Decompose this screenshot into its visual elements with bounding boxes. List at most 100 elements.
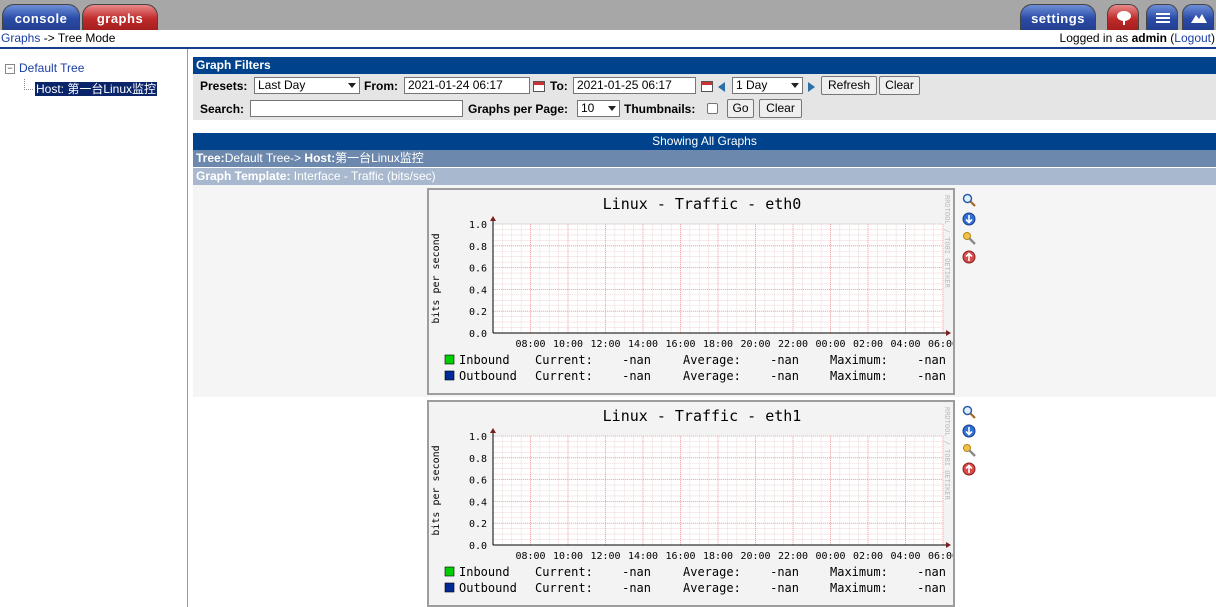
legend-maximum-label: Maximum:	[830, 369, 888, 383]
export-csv-icon[interactable]	[962, 212, 976, 226]
legend-maximum-value: -nan	[917, 581, 946, 595]
graph-details-icon[interactable]	[962, 250, 976, 264]
graph-properties-icon[interactable]	[962, 231, 976, 245]
logged-in-label: Logged in as	[1059, 31, 1132, 45]
legend-current-value: -nan	[622, 581, 651, 595]
graph-filters-header: Graph Filters	[193, 57, 1216, 74]
graph-template-value: Interface - Traffic (bits/sec)	[290, 169, 436, 183]
legend-average-label: Average:	[683, 581, 741, 595]
preview-view-tab[interactable]	[1182, 4, 1214, 30]
y-tick-label: 1.0	[469, 220, 487, 231]
x-tick-label: 00:00	[815, 339, 845, 350]
y-tick-label: 0.4	[469, 497, 487, 508]
graph-eth1-canvas: Linux - Traffic - eth1 bits per second RRD…	[431, 407, 953, 595]
legend-series-name: Inbound	[459, 565, 510, 579]
x-tick-label: 18:00	[703, 551, 733, 562]
presets-value: Last Day	[258, 78, 306, 92]
x-axis-arrow	[946, 330, 951, 336]
to-date-input[interactable]: 2021-01-25 06:17	[573, 77, 696, 94]
tab-graphs[interactable]: graphs	[82, 4, 158, 30]
legend-swatch-outbound	[444, 370, 455, 381]
x-tick-label: 06:00	[928, 339, 953, 350]
x-tick-label: 14:00	[628, 551, 658, 562]
legend-maximum-label: Maximum:	[830, 581, 888, 595]
breadcrumb: Graphs -> Tree Mode	[1, 30, 115, 47]
shift-right-icon[interactable]	[808, 82, 815, 92]
x-tick-label: 10:00	[553, 339, 583, 350]
logout-link[interactable]: Logout	[1174, 31, 1211, 45]
tree-node-host[interactable]: Host: 第一台Linux监控	[35, 82, 158, 96]
rrdtool-watermark: RRDTOOL / TOBI OETIKER	[943, 407, 951, 501]
shift-left-icon[interactable]	[718, 82, 725, 92]
graph-properties-icon[interactable]	[962, 443, 976, 457]
graph-title: Linux - Traffic - eth1	[603, 407, 802, 425]
legend-current-label: Current:	[535, 565, 593, 579]
breadcrumb-current: -> Tree Mode	[40, 31, 116, 45]
list-icon	[1156, 13, 1170, 23]
x-tick-label: 22:00	[778, 339, 808, 350]
tree-root-label[interactable]: Default Tree	[19, 61, 84, 75]
y-axis-label: bits per second	[431, 445, 442, 535]
presets-select[interactable]: Last Day	[254, 77, 360, 94]
graph-eth1[interactable]: Linux - Traffic - eth1 bits per second RRD…	[427, 400, 955, 607]
x-tick-label: 14:00	[628, 339, 658, 350]
y-tick-label: 0.0	[469, 541, 487, 552]
tab-settings[interactable]: settings	[1020, 4, 1096, 30]
legend-average-value: -nan	[770, 565, 799, 579]
graph-eth0-canvas: Linux - Traffic - eth0 bits per second RRD…	[431, 195, 953, 383]
collapse-toggle-icon[interactable]: −	[5, 64, 15, 74]
to-calendar-icon[interactable]	[701, 81, 713, 92]
x-tick-label: 16:00	[665, 551, 695, 562]
legend-swatch-outbound	[444, 582, 455, 593]
tree-node-default-tree[interactable]: − Default Tree	[5, 61, 84, 75]
graph-eth0[interactable]: Linux - Traffic - eth0 bits per second RRD…	[427, 188, 955, 395]
x-tick-label: 00:00	[815, 551, 845, 562]
legend-current-value: -nan	[622, 565, 651, 579]
go-button[interactable]: Go	[727, 99, 754, 118]
export-csv-icon[interactable]	[962, 424, 976, 438]
thumbnails-label: Thumbnails:	[624, 102, 696, 116]
legend-current-label: Current:	[535, 369, 593, 383]
x-tick-label: 04:00	[890, 339, 920, 350]
chevron-down-icon	[608, 106, 616, 111]
clear-search-button[interactable]: Clear	[759, 99, 802, 118]
from-calendar-icon[interactable]	[533, 81, 545, 92]
breadcrumb-graphs-link[interactable]: Graphs	[1, 31, 40, 45]
search-input[interactable]	[250, 100, 463, 117]
tab-console[interactable]: console	[2, 4, 80, 30]
x-tick-label: 02:00	[853, 339, 883, 350]
graph-template-label: Graph Template:	[196, 169, 291, 183]
zoom-graph-icon[interactable]	[962, 405, 976, 419]
legend-average-label: Average:	[683, 353, 741, 367]
legend-average-value: -nan	[770, 369, 799, 383]
legend-maximum-value: -nan	[917, 353, 946, 367]
legend-average-label: Average:	[683, 369, 741, 383]
from-date-input[interactable]: 2021-01-24 06:17	[404, 77, 530, 94]
y-tick-label: 0.8	[469, 242, 487, 253]
tree-connector	[24, 79, 33, 90]
legend-maximum-value: -nan	[917, 369, 946, 383]
username: admin	[1131, 31, 1167, 45]
tree-view-tab[interactable]	[1107, 4, 1139, 30]
x-tick-label: 10:00	[553, 551, 583, 562]
zoom-graph-icon[interactable]	[962, 193, 976, 207]
host-label: Host:	[304, 151, 336, 165]
graphs-per-page-label: Graphs per Page:	[468, 102, 569, 116]
clear-timespan-button[interactable]: Clear	[879, 76, 920, 95]
legend-maximum-label: Maximum:	[830, 565, 888, 579]
presets-label: Presets:	[200, 79, 248, 93]
host-value: 第一台Linux监控	[335, 151, 424, 165]
thumbnails-checkbox[interactable]	[707, 103, 718, 114]
list-view-tab[interactable]	[1146, 4, 1178, 30]
tree-path-row: Tree:Default Tree-> Host:第一台Linux监控	[193, 150, 1216, 167]
legend-series-name: Outbound	[459, 369, 517, 383]
graphs-per-page-select[interactable]: 10	[577, 100, 620, 117]
top-tab-bar: console graphs settings	[0, 0, 1216, 30]
legend-current-label: Current:	[535, 581, 593, 595]
legend-maximum-value: -nan	[917, 565, 946, 579]
refresh-button[interactable]: Refresh	[821, 76, 877, 95]
legend-average-value: -nan	[770, 353, 799, 367]
legend-series-name: Inbound	[459, 353, 510, 367]
timespan-select[interactable]: 1 Day	[732, 77, 803, 94]
graph-details-icon[interactable]	[962, 462, 976, 476]
